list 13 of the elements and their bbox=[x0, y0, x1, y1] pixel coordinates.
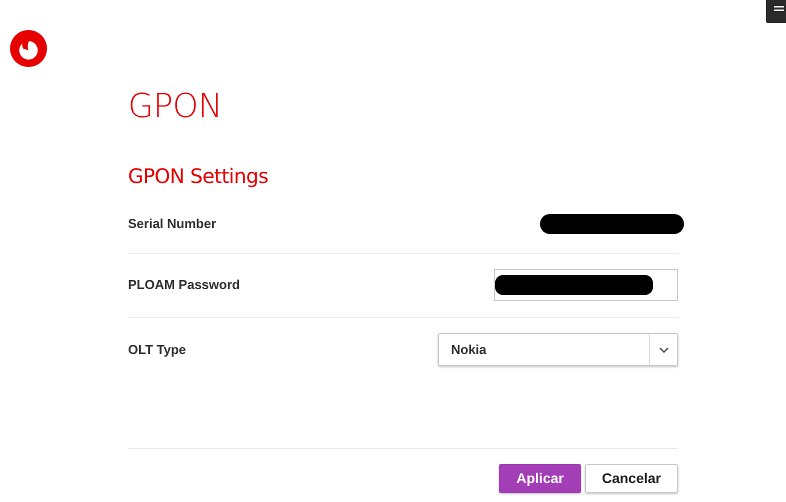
chevron-down-icon bbox=[658, 346, 668, 353]
logo-icon bbox=[10, 30, 47, 67]
menu-button[interactable] bbox=[766, 0, 786, 23]
menu-icon bbox=[774, 5, 784, 12]
apply-button[interactable]: Aplicar bbox=[499, 464, 581, 493]
page-title: GPON bbox=[128, 86, 224, 126]
olt-type-dropdown[interactable]: Nokia bbox=[438, 333, 678, 366]
section-title: GPON Settings bbox=[128, 164, 270, 188]
cancel-button[interactable]: Cancelar bbox=[584, 464, 678, 493]
field-label: OLT Type bbox=[128, 340, 186, 359]
password-field[interactable] bbox=[494, 269, 678, 302]
field-label: Serial Number bbox=[128, 215, 216, 234]
field-label: PLOAM Password bbox=[128, 276, 240, 294]
